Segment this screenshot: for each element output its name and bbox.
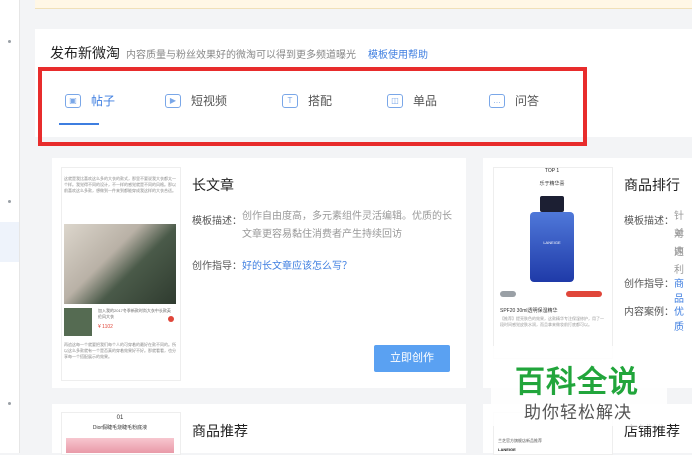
card-title: 商品排行 (624, 177, 680, 193)
preview-badge (566, 291, 602, 297)
product-cap (540, 196, 564, 212)
card-title: 商品推荐 (192, 423, 248, 439)
guide-link[interactable]: 商品 (674, 275, 692, 305)
preview-subtitle: 乐于精华喜 (539, 181, 565, 187)
watermark-slogan: 助你轻松解决 (524, 403, 632, 422)
page-title: 发布新微淘 (50, 45, 120, 61)
preview-number: 01 (116, 415, 124, 421)
preview-text: 兰芝官方旗舰店新品推荐 (498, 438, 542, 443)
case-link[interactable]: 优质 (674, 303, 692, 333)
preview-photo (64, 224, 176, 304)
desc-label: 模板描述： (192, 216, 242, 227)
sidebar-marker (8, 200, 11, 203)
notice-banner (35, 0, 692, 9)
sidebar-selected-item[interactable] (0, 222, 19, 262)
desc-label: 模板描述： (624, 216, 674, 227)
watermark-logo: 百科全说 (515, 366, 639, 399)
preview-dot (168, 316, 174, 322)
sidebar-marker (8, 40, 11, 43)
guide-label: 创作指导： (192, 261, 242, 272)
desc-text: 文章更容易黏住消费者产生持续回访 (242, 229, 402, 240)
preview-text-bottom: 再追这每一个就要把我们每个人的可穿着的最好在款不同的。所以这么多款就有一个是否真… (64, 342, 176, 359)
guide-label: 创作指导： (624, 279, 674, 290)
page-subtitle: 内容质量与粉丝效果好的微淘可以得到更多频道曝光 (126, 50, 356, 61)
preview-product-name: SPF20 30ml透明保湿精华 (500, 308, 558, 314)
sidebar-marker (8, 402, 11, 405)
preview-item-image (64, 308, 92, 336)
preview-price: ¥ 1102 (98, 324, 113, 330)
card-title: 长文章 (192, 177, 234, 193)
preview-item-text: 加入我的2017冬季新款时尚大衣中长款英伦风大衣 (98, 308, 171, 319)
preview-brand: LANEIGE (498, 447, 516, 452)
preview-image (66, 438, 174, 453)
product-label: LANEIGE (543, 240, 561, 245)
create-now-button[interactable]: 立即创作 (374, 345, 450, 372)
preview-product-desc: 【推荐】提亮肤色的效果，这款精华专注保湿修护，用了一段时间感觉皮肤水润，而且拿来… (500, 316, 604, 327)
template-help-link[interactable]: 模板使用帮助 (368, 46, 428, 61)
highlight-box (38, 67, 587, 146)
preview-title: Dior假睫毛烧睫毛粉底液 (92, 425, 148, 431)
preview-rank: TOP 1 (544, 168, 560, 174)
preview-text: 这就是我比喜欢这么多的大衣的款式，那里不要说我大衣都太一个样。我觉得不同的设计，… (64, 176, 176, 193)
desc-text: 创作自由度高，多元素组件灵活编辑。优质的长 (242, 211, 452, 222)
guide-link[interactable]: 好的长文章应该怎么写？ (242, 257, 352, 272)
preview-badge (500, 291, 516, 297)
case-label: 内容案例： (624, 307, 674, 318)
